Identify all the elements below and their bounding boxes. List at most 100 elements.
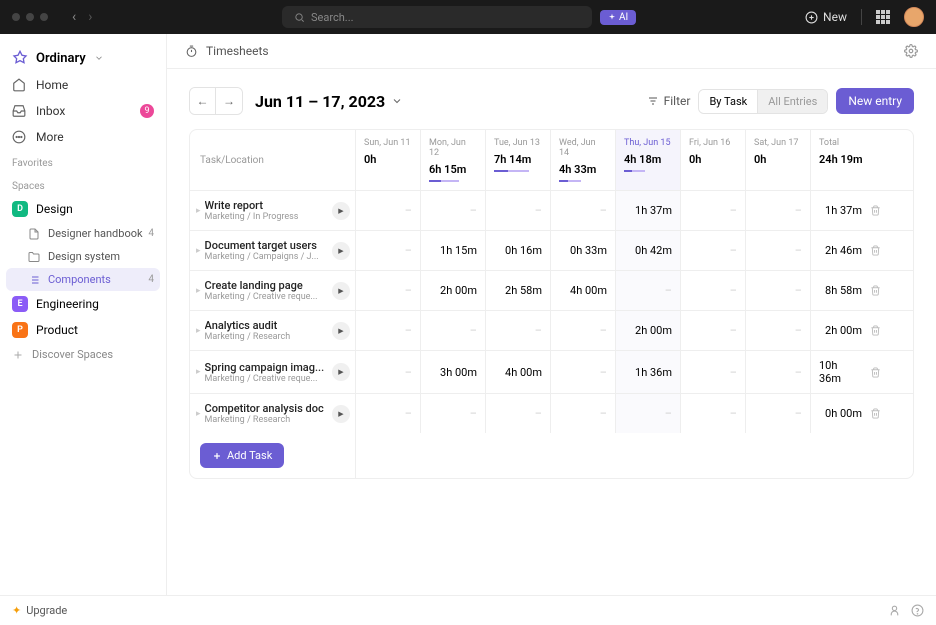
time-cell[interactable]: – [746,311,811,350]
forward-button[interactable]: › [88,9,92,25]
filter-button[interactable]: Filter [647,94,691,108]
time-cell[interactable]: 4h 00m [486,351,551,393]
user-avatar[interactable] [904,7,924,27]
time-cell[interactable]: – [746,271,811,310]
task-cell[interactable]: ▸Analytics auditMarketing / Research▶ [190,311,356,350]
search-input[interactable]: Search... [282,6,592,28]
time-cell[interactable]: 2h 00m [616,311,681,350]
time-cell[interactable]: – [681,394,746,433]
play-button[interactable]: ▶ [332,282,350,300]
time-cell[interactable]: – [421,311,486,350]
task-cell[interactable]: ▸Competitor analysis docMarketing / Rese… [190,394,356,433]
time-cell[interactable]: – [746,394,811,433]
expand-caret-icon[interactable]: ▸ [196,246,201,256]
workspace-switcher[interactable]: Ordinary [0,44,166,72]
next-week-button[interactable]: → [216,88,242,114]
play-button[interactable]: ▶ [332,242,350,260]
delete-row-button[interactable] [870,367,881,378]
ai-badge[interactable]: AI [600,10,636,25]
child-components[interactable]: Components 4 [6,268,160,291]
play-button[interactable]: ▶ [332,322,350,340]
by-task-tab[interactable]: By Task [699,90,758,113]
time-cell[interactable]: – [616,271,681,310]
space-design[interactable]: D Design [0,196,166,222]
time-cell[interactable]: – [356,191,421,230]
discover-spaces[interactable]: Discover Spaces [0,343,166,366]
zoom-dot[interactable] [40,13,48,21]
delete-row-button[interactable] [870,325,881,336]
time-cell[interactable]: – [486,191,551,230]
time-cell[interactable]: – [681,271,746,310]
settings-icon[interactable] [904,44,918,58]
time-cell[interactable]: – [356,394,421,433]
time-cell[interactable]: – [486,311,551,350]
minimize-dot[interactable] [26,13,34,21]
close-dot[interactable] [12,13,20,21]
task-cell[interactable]: ▸Spring campaign imag...Marketing / Crea… [190,351,356,393]
time-cell[interactable]: 0h 42m [616,231,681,270]
time-cell[interactable]: – [681,191,746,230]
time-cell[interactable]: – [486,394,551,433]
expand-caret-icon[interactable]: ▸ [196,206,201,216]
add-task-button[interactable]: Add Task [200,443,284,468]
space-product[interactable]: P Product [0,317,166,343]
time-cell[interactable]: 1h 36m [616,351,681,393]
time-cell[interactable]: – [746,351,811,393]
play-button[interactable]: ▶ [332,405,350,423]
nav-more[interactable]: More [0,124,166,150]
row-total-cell: 1h 37m [811,191,889,230]
time-cell[interactable]: – [356,271,421,310]
expand-caret-icon[interactable]: ▸ [196,286,201,296]
delete-row-button[interactable] [870,245,881,256]
time-cell[interactable]: – [551,311,616,350]
upgrade-link[interactable]: Upgrade [26,604,67,617]
time-cell[interactable]: – [356,231,421,270]
expand-caret-icon[interactable]: ▸ [196,367,201,377]
new-entry-button[interactable]: New entry [836,88,914,114]
time-cell[interactable]: – [616,394,681,433]
time-cell[interactable]: 0h 16m [486,231,551,270]
nav-home[interactable]: Home [0,72,166,98]
expand-caret-icon[interactable]: ▸ [196,326,201,336]
date-range[interactable]: Jun 11 – 17, 2023 [255,92,403,111]
time-cell[interactable]: 2h 58m [486,271,551,310]
delete-row-button[interactable] [870,285,881,296]
prev-week-button[interactable]: ← [190,88,216,114]
time-cell[interactable]: – [356,351,421,393]
delete-row-button[interactable] [870,205,881,216]
time-cell[interactable]: 4h 00m [551,271,616,310]
delete-row-button[interactable] [870,408,881,419]
time-cell[interactable]: – [746,191,811,230]
time-cell[interactable]: – [551,191,616,230]
expand-caret-icon[interactable]: ▸ [196,409,201,419]
task-cell[interactable]: ▸Document target usersMarketing / Campai… [190,231,356,270]
child-designer-handbook[interactable]: Designer handbook 4 [0,222,166,245]
time-cell[interactable]: – [681,231,746,270]
new-button[interactable]: New [805,10,847,24]
all-entries-tab[interactable]: All Entries [758,90,827,113]
person-icon[interactable] [888,604,901,617]
time-cell[interactable]: – [551,351,616,393]
time-cell[interactable]: – [356,311,421,350]
space-engineering[interactable]: E Engineering [0,291,166,317]
task-cell[interactable]: ▸Create landing pageMarketing / Creative… [190,271,356,310]
time-cell[interactable]: – [746,231,811,270]
time-cell[interactable]: – [421,191,486,230]
time-cell[interactable]: – [551,394,616,433]
help-icon[interactable] [911,604,924,617]
play-button[interactable]: ▶ [332,202,350,220]
child-design-system[interactable]: Design system [0,245,166,268]
time-cell[interactable]: 1h 37m [616,191,681,230]
apps-icon[interactable] [876,10,890,24]
time-cell[interactable]: 2h 00m [421,271,486,310]
back-button[interactable]: ‹ [72,9,76,25]
task-cell[interactable]: ▸Write reportMarketing / In Progress▶ [190,191,356,230]
time-cell[interactable]: – [681,351,746,393]
time-cell[interactable]: – [421,394,486,433]
time-cell[interactable]: 0h 33m [551,231,616,270]
time-cell[interactable]: 3h 00m [421,351,486,393]
nav-inbox[interactable]: Inbox 9 [0,98,166,124]
time-cell[interactable]: – [681,311,746,350]
time-cell[interactable]: 1h 15m [421,231,486,270]
play-button[interactable]: ▶ [332,363,350,381]
